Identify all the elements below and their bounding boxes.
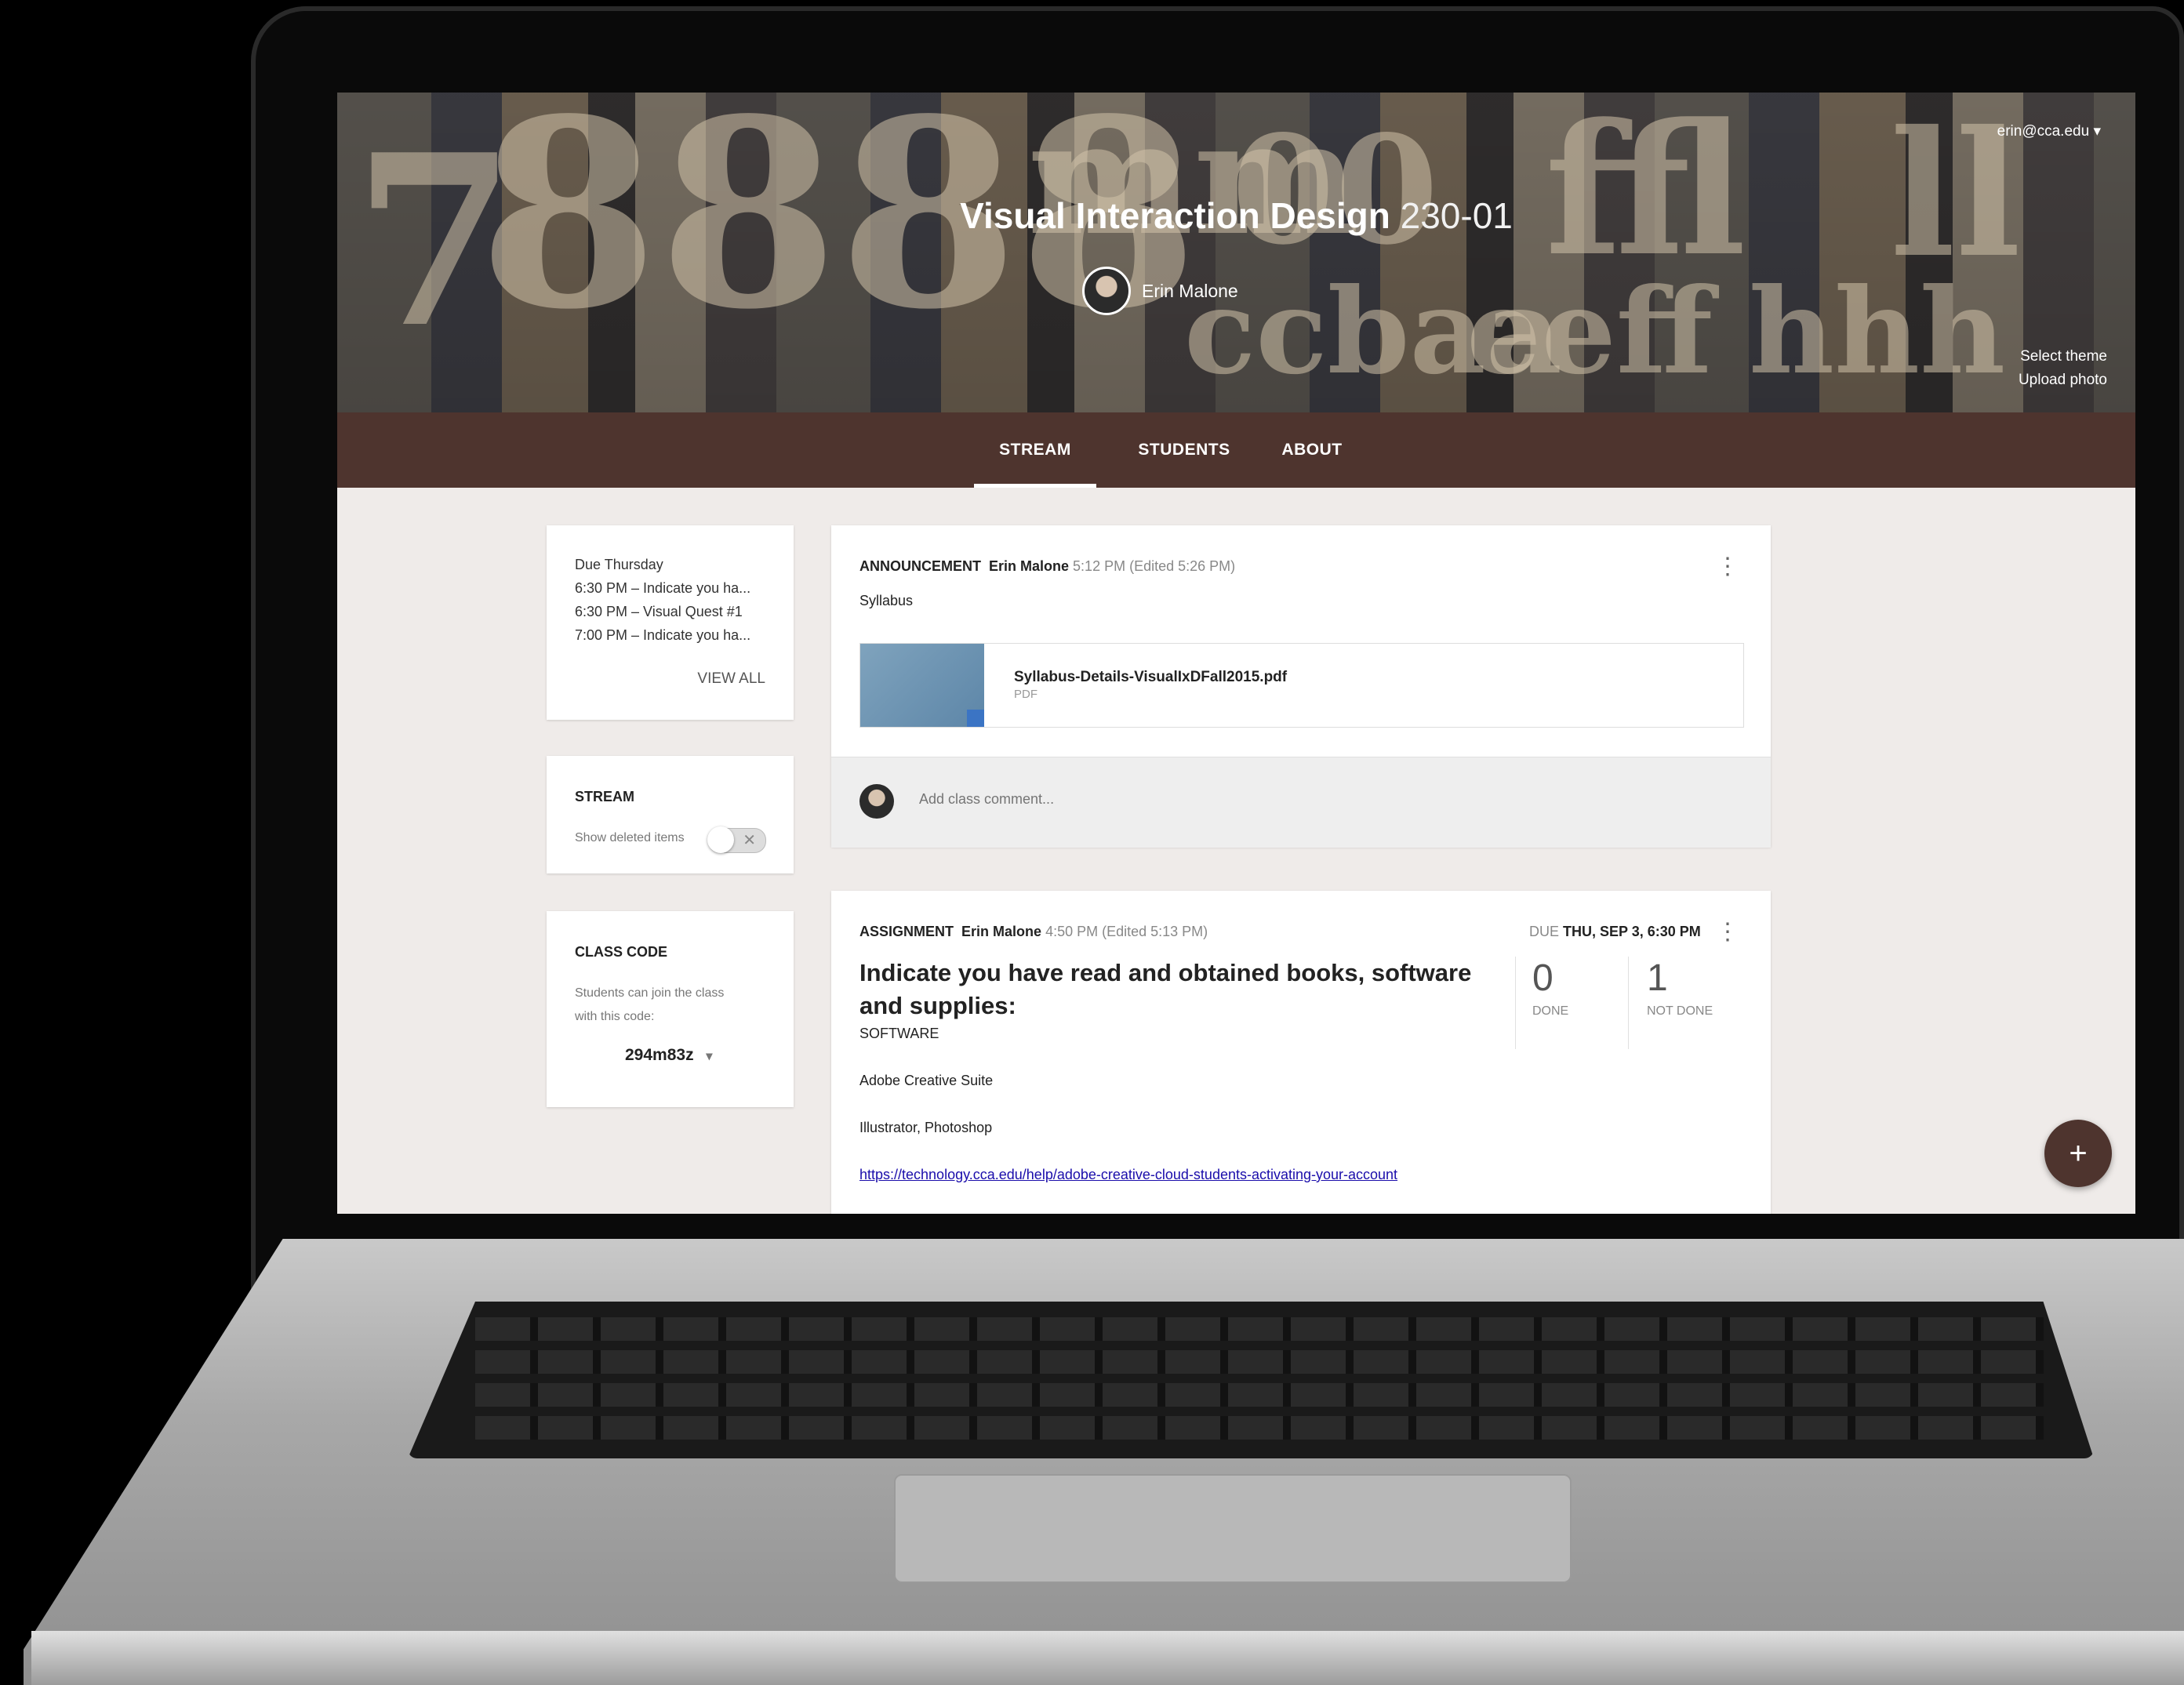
class-code-select[interactable]: 294m83z ▾ [625, 1046, 712, 1065]
announcement-card: ANNOUNCEMENT Erin Malone 5:12 PM (Edited… [831, 525, 1771, 848]
upload-photo-link[interactable]: Upload photo [2019, 369, 2107, 392]
attachment-name: Syllabus-Details-VisualIxDFall2015.pdf [1014, 669, 1288, 685]
laptop-frame: 7 8888 mm 00 ffl ll ccbaa eeff hhh erin@… [0, 0, 2184, 1685]
class-code-value: 294m83z [625, 1046, 694, 1064]
assignment-title[interactable]: Indicate you have read and obtained book… [859, 957, 1510, 1022]
theme-links: Select theme Upload photo [2019, 345, 2107, 392]
more-vert-icon[interactable]: ⋮ [1716, 555, 1739, 579]
upcoming-heading: Due Thursday [575, 557, 663, 572]
post-type: ASSIGNMENT [859, 924, 954, 939]
upcoming-item[interactable]: 6:30 PM – Visual Quest #1 [575, 604, 743, 620]
toggle-knob [707, 826, 734, 853]
class-code-description: Students can join the class [575, 986, 725, 1000]
not-done-label: NOT DONE [1647, 1004, 1713, 1018]
class-comment-input[interactable] [918, 790, 1548, 808]
add-button[interactable]: + [2044, 1120, 2112, 1187]
laptop-edge [31, 1631, 2184, 1685]
course-name: Visual Interaction Design [960, 195, 1390, 236]
attachment[interactable]: Syllabus-Details-VisualIxDFall2015.pdf P… [859, 643, 1744, 728]
select-theme-link[interactable]: Select theme [2019, 345, 2107, 369]
attachment-thumbnail [860, 644, 984, 727]
attachment-type: PDF [1014, 688, 1037, 701]
course-title: Visual Interaction Design 230-01 [337, 194, 2135, 237]
show-deleted-toggle[interactable]: ✕ [707, 826, 766, 853]
post-author: Erin Malone [961, 924, 1042, 939]
view-all-link[interactable]: VIEW ALL [697, 670, 765, 688]
assignment-meta: ASSIGNMENT Erin Malone 4:50 PM (Edited 5… [859, 924, 1208, 940]
done-count[interactable]: 0 DONE [1532, 957, 1568, 1019]
close-icon: ✕ [743, 832, 756, 849]
tab-students[interactable]: STUDENTS [1114, 412, 1255, 488]
screen: 7 8888 mm 00 ffl ll ccbaa eeff hhh erin@… [337, 93, 2135, 1214]
tab-about[interactable]: ABOUT [1261, 412, 1363, 488]
done-label: DONE [1532, 1004, 1569, 1018]
not-done-count[interactable]: 1 NOT DONE [1647, 957, 1713, 1019]
account-menu[interactable]: erin@cca.edu ▾ [1997, 122, 2101, 140]
keyboard [408, 1302, 2094, 1458]
course-number: 230-01 [1400, 195, 1513, 236]
assignment-line: Adobe Creative Suite [859, 1073, 994, 1088]
class-banner: 7 8888 mm 00 ffl ll ccbaa eeff hhh erin@… [337, 93, 2135, 412]
divider [1628, 957, 1629, 1049]
comment-bar [831, 757, 1771, 848]
post-author: Erin Malone [989, 558, 1070, 574]
tab-bar: STREAM STUDENTS ABOUT [337, 412, 2135, 488]
chevron-down-icon: ▾ [2093, 123, 2101, 140]
assignment-section: SOFTWARE [859, 1026, 939, 1041]
upcoming-card: Due Thursday 6:30 PM – Indicate you ha..… [547, 525, 794, 720]
announcement-meta: ANNOUNCEMENT Erin Malone 5:12 PM (Edited… [859, 558, 1235, 575]
account-email: erin@cca.edu [1997, 123, 2090, 140]
more-vert-icon[interactable]: ⋮ [1716, 921, 1739, 944]
post-time: 5:12 PM (Edited 5:26 PM) [1073, 558, 1236, 574]
divider [1515, 957, 1516, 1049]
class-code-card: CLASS CODE Students can join the class w… [547, 911, 794, 1107]
not-done-number: 1 [1647, 957, 1668, 999]
due-value: THU, SEP 3, 6:30 PM [1563, 924, 1701, 939]
teacher-avatar [1082, 267, 1131, 315]
user-avatar [859, 784, 894, 819]
class-code-title: CLASS CODE [575, 944, 668, 960]
upcoming-item[interactable]: 6:30 PM – Indicate you ha... [575, 580, 750, 597]
trackpad [894, 1474, 1572, 1583]
teacher-info: Erin Malone [1082, 267, 1238, 315]
show-deleted-label: Show deleted items [575, 831, 685, 844]
stream-settings-card: STREAM Show deleted items ✕ [547, 756, 794, 873]
post-time: 4:50 PM (Edited 5:13 PM) [1045, 924, 1208, 939]
tab-stream[interactable]: STREAM [974, 412, 1096, 488]
done-number: 0 [1532, 957, 1554, 999]
stream-settings-title: STREAM [575, 789, 634, 804]
announcement-text: Syllabus [859, 593, 914, 608]
upcoming-item[interactable]: 7:00 PM – Indicate you ha... [575, 627, 750, 644]
chevron-down-icon: ▾ [706, 1050, 713, 1063]
assignment-line: Illustrator, Photoshop [859, 1120, 993, 1135]
class-code-description: with this code: [575, 1010, 655, 1023]
teacher-name: Erin Malone [1142, 280, 1238, 301]
due-date: DUE THU, SEP 3, 6:30 PM [1529, 924, 1701, 940]
due-prefix: DUE [1529, 924, 1560, 939]
assignment-card: ASSIGNMENT Erin Malone 4:50 PM (Edited 5… [831, 891, 1771, 1214]
post-type: ANNOUNCEMENT [859, 558, 981, 574]
assignment-link[interactable]: https://technology.cca.edu/help/adobe-cr… [859, 1167, 1397, 1183]
